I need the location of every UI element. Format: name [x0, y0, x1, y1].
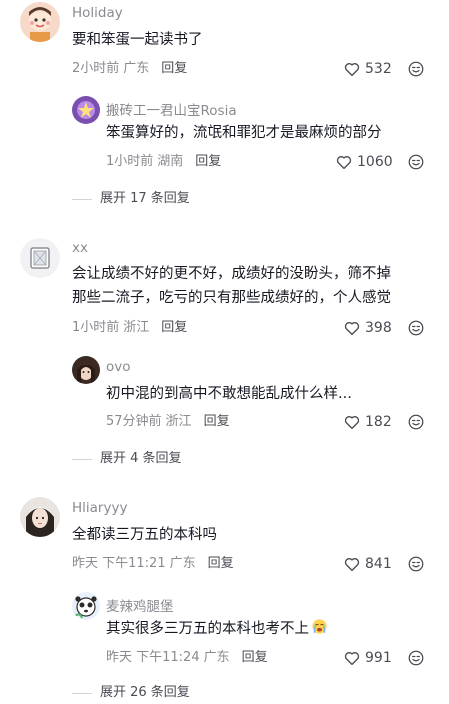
expand-replies-button[interactable]: 展开 17 条回复	[72, 189, 190, 209]
expand-replies-label: 展开 26 条回复	[100, 685, 190, 700]
reply-button[interactable]: 回复	[204, 414, 230, 429]
comment-location: 广东	[169, 556, 196, 571]
heart-outline-icon	[343, 319, 361, 337]
reply-location: 浙江	[165, 414, 192, 429]
reply-location: 广东	[203, 650, 230, 665]
expand-replies-label: 展开 4 条回复	[100, 451, 182, 466]
reply-text: 笨蛋算好的，流氓和罪犯才是最麻烦的部分	[106, 125, 382, 141]
heart-outline-icon	[343, 555, 361, 573]
like-button[interactable]: 841	[343, 554, 392, 574]
avatar-hliaryyy[interactable]	[20, 497, 60, 537]
comment-time: 1小时前	[72, 320, 120, 335]
reply-meta: 昨天 下午11:24 广东 回复	[106, 648, 268, 668]
expand-replies-label: 展开 17 条回复	[100, 191, 190, 206]
reply-button[interactable]: 回复	[242, 650, 268, 665]
like-button[interactable]: 182	[343, 412, 392, 432]
crying-emoji-icon	[311, 618, 328, 635]
reply-username[interactable]: ovo	[106, 359, 131, 375]
comment-text-line-1: 会让成绩不好的更不好，成绩好的没盼头，筛不掉	[72, 266, 391, 282]
comment-meta: 2小时前 广东 回复	[72, 59, 187, 79]
comment-location: 广东	[123, 61, 150, 76]
comment-username[interactable]: xx	[72, 240, 88, 256]
comment-time: 昨天 下午11:21	[72, 556, 166, 571]
comment-meta: 昨天 下午11:21 广东 回复	[72, 554, 234, 574]
heart-outline-icon	[343, 649, 361, 667]
comment-text: 全都读三万五的本科吗	[72, 527, 217, 543]
reply-button[interactable]: 回复	[161, 320, 187, 335]
expand-divider	[72, 458, 92, 460]
like-button[interactable]: 991	[343, 648, 392, 668]
reply-meta: 57分钟前 浙江 回复	[106, 412, 230, 432]
emoji-reaction-icon[interactable]	[407, 153, 425, 171]
reply-text: 初中混的到高中不敢想能乱成什么样...	[106, 386, 352, 402]
emoji-reaction-icon[interactable]	[407, 60, 425, 78]
expand-replies-button[interactable]: 展开 4 条回复	[72, 449, 182, 469]
like-count: 1060	[357, 154, 393, 170]
reply-meta: 1小时前 湖南 回复	[106, 152, 221, 172]
comment-meta: 1小时前 浙江 回复	[72, 318, 187, 338]
like-count: 182	[365, 414, 392, 430]
heart-outline-icon	[335, 153, 353, 171]
reply-username[interactable]: 搬砖工一君山宝Rosia	[106, 99, 237, 119]
like-count: 398	[365, 320, 392, 336]
reply-time: 昨天 下午11:24	[106, 650, 200, 665]
emoji-reaction-icon[interactable]	[407, 413, 425, 431]
reply-location: 湖南	[157, 154, 184, 169]
expand-replies-button[interactable]: 展开 26 条回复	[72, 683, 190, 703]
like-button[interactable]: 1060	[335, 152, 393, 172]
comment-username[interactable]: Hliaryyy	[72, 500, 127, 516]
reply-username[interactable]: 麦辣鸡腿堡	[106, 595, 174, 615]
expand-divider	[72, 692, 92, 694]
heart-outline-icon	[343, 60, 361, 78]
reply-text: 其实很多三万五的本科也考不上	[106, 621, 309, 637]
reply-button[interactable]: 回复	[161, 61, 187, 76]
emoji-reaction-icon[interactable]	[407, 649, 425, 667]
like-button[interactable]: 398	[343, 318, 392, 338]
reply-text-wrap: 其实很多三万五的本科也考不上	[106, 618, 328, 641]
comment-text-line-2: 那些二流子，吃亏的只有那些成绩好的，个人感觉	[72, 290, 391, 306]
emoji-reaction-icon[interactable]	[407, 319, 425, 337]
avatar-xx[interactable]	[20, 238, 60, 278]
avatar-holiday[interactable]	[20, 2, 60, 42]
like-count: 532	[365, 61, 392, 77]
expand-divider	[72, 198, 92, 200]
reply-button[interactable]: 回复	[208, 556, 234, 571]
comment-location: 浙江	[123, 320, 150, 335]
comment-text: 要和笨蛋一起读书了	[72, 32, 203, 48]
reply-time: 57分钟前	[106, 414, 162, 429]
avatar-rosia[interactable]	[72, 96, 100, 124]
avatar-ovo[interactable]	[72, 356, 100, 384]
avatar-mailajituibao[interactable]	[72, 592, 100, 620]
comment-time: 2小时前	[72, 61, 120, 76]
heart-outline-icon	[343, 413, 361, 431]
emoji-reaction-icon[interactable]	[407, 555, 425, 573]
comment-username[interactable]: Holiday	[72, 5, 123, 21]
reply-time: 1小时前	[106, 154, 154, 169]
like-count: 991	[365, 650, 392, 666]
like-button[interactable]: 532	[343, 59, 392, 79]
like-count: 841	[365, 556, 392, 572]
reply-button[interactable]: 回复	[195, 154, 221, 169]
